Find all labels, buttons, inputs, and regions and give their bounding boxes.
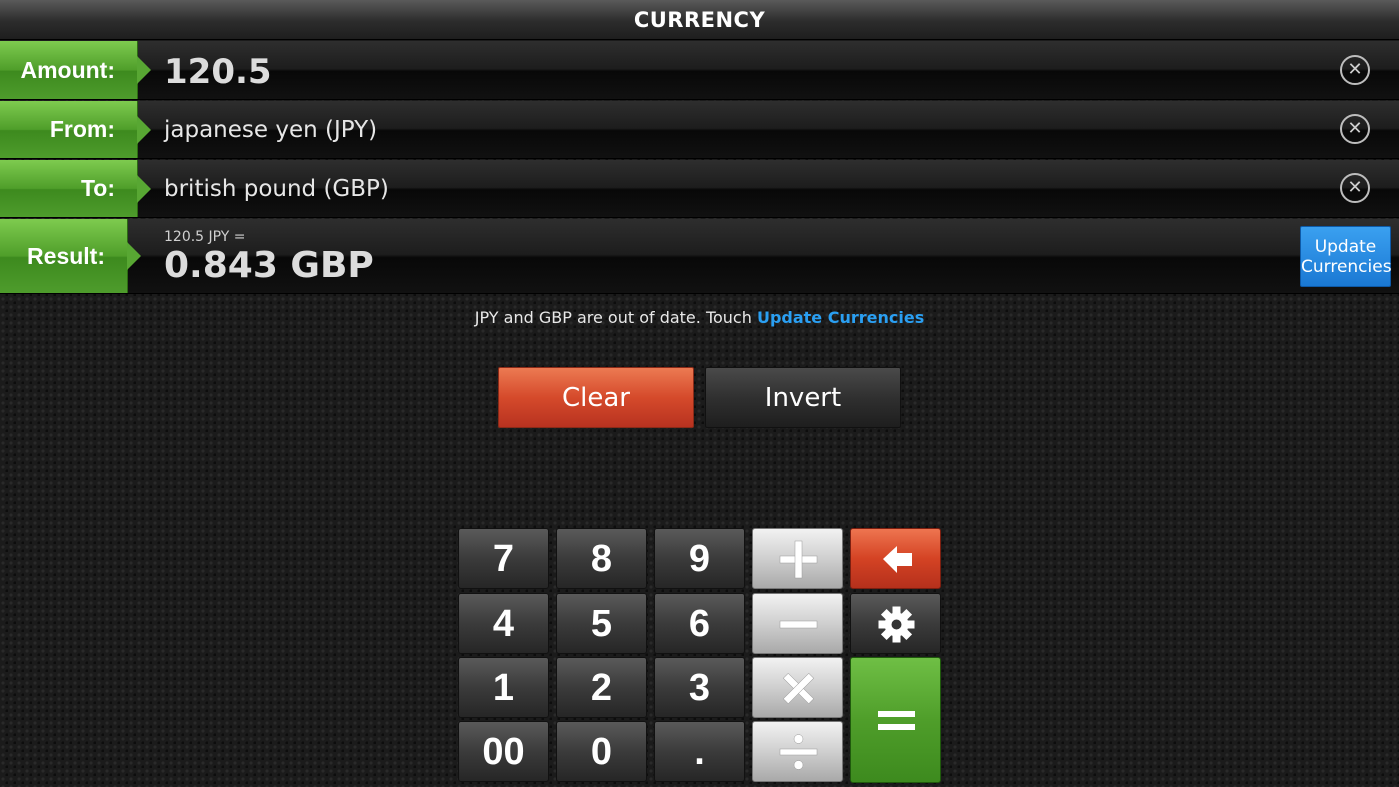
arrow-left-icon xyxy=(883,546,912,573)
app-title: CURRENCY xyxy=(633,8,766,32)
to-label: To: xyxy=(0,160,151,217)
key-1[interactable]: 1 xyxy=(458,657,549,718)
key-3[interactable]: 3 xyxy=(654,657,745,718)
minus-icon xyxy=(779,620,818,629)
plus-button[interactable] xyxy=(752,528,843,589)
backspace-button[interactable] xyxy=(850,528,941,589)
settings-button[interactable] xyxy=(850,593,941,654)
gear-icon xyxy=(878,606,915,643)
result-row: Result: 120.5 JPY = 0.843 GBP xyxy=(0,219,1399,294)
notice-text: JPY and GBP are out of date. Touch xyxy=(474,308,757,327)
key-4[interactable]: 4 xyxy=(458,593,549,654)
divide-icon xyxy=(779,734,818,770)
from-value[interactable]: japanese yen (JPY) xyxy=(164,117,377,143)
equals-button[interactable] xyxy=(850,657,941,783)
update-currencies-button[interactable]: Update Currencies xyxy=(1300,226,1392,287)
clear-from-icon[interactable]: ✕ xyxy=(1340,114,1370,144)
key-2[interactable]: 2 xyxy=(556,657,647,718)
key-7[interactable]: 7 xyxy=(458,528,549,589)
to-row[interactable]: To: british pound (GBP) ✕ xyxy=(0,160,1399,218)
clear-to-icon[interactable]: ✕ xyxy=(1340,173,1370,203)
key-5[interactable]: 5 xyxy=(556,593,647,654)
multiply-button[interactable] xyxy=(752,657,843,718)
update-button-line1: Update xyxy=(1314,237,1377,257)
result-label: Result: xyxy=(0,219,141,293)
update-currencies-link[interactable]: Update Currencies xyxy=(757,308,924,327)
equals-icon xyxy=(878,711,915,730)
key-0[interactable]: 0 xyxy=(556,721,647,782)
to-value[interactable]: british pound (GBP) xyxy=(164,176,389,202)
plus-icon xyxy=(779,540,818,579)
amount-value[interactable]: 120.5 xyxy=(164,52,272,92)
update-button-line2: Currencies xyxy=(1301,257,1392,277)
key-9[interactable]: 9 xyxy=(654,528,745,589)
minus-button[interactable] xyxy=(752,593,843,654)
result-expression: 120.5 JPY = xyxy=(164,229,246,245)
amount-label: Amount: xyxy=(0,41,151,99)
title-bar: CURRENCY xyxy=(0,0,1399,40)
key-6[interactable]: 6 xyxy=(654,593,745,654)
invert-button[interactable]: Invert xyxy=(705,367,901,428)
clear-button[interactable]: Clear xyxy=(498,367,694,428)
multiply-icon xyxy=(782,672,815,705)
key-decimal[interactable]: . xyxy=(654,721,745,782)
out-of-date-notice: JPY and GBP are out of date. Touch Updat… xyxy=(0,308,1399,327)
from-row[interactable]: From: japanese yen (JPY) ✕ xyxy=(0,101,1399,159)
divide-button[interactable] xyxy=(752,721,843,782)
from-label: From: xyxy=(0,101,151,158)
amount-row[interactable]: Amount: 120.5 ✕ xyxy=(0,41,1399,100)
key-00[interactable]: 00 xyxy=(458,721,549,782)
clear-amount-icon[interactable]: ✕ xyxy=(1340,55,1370,85)
key-8[interactable]: 8 xyxy=(556,528,647,589)
result-value: 0.843 GBP xyxy=(164,245,374,286)
